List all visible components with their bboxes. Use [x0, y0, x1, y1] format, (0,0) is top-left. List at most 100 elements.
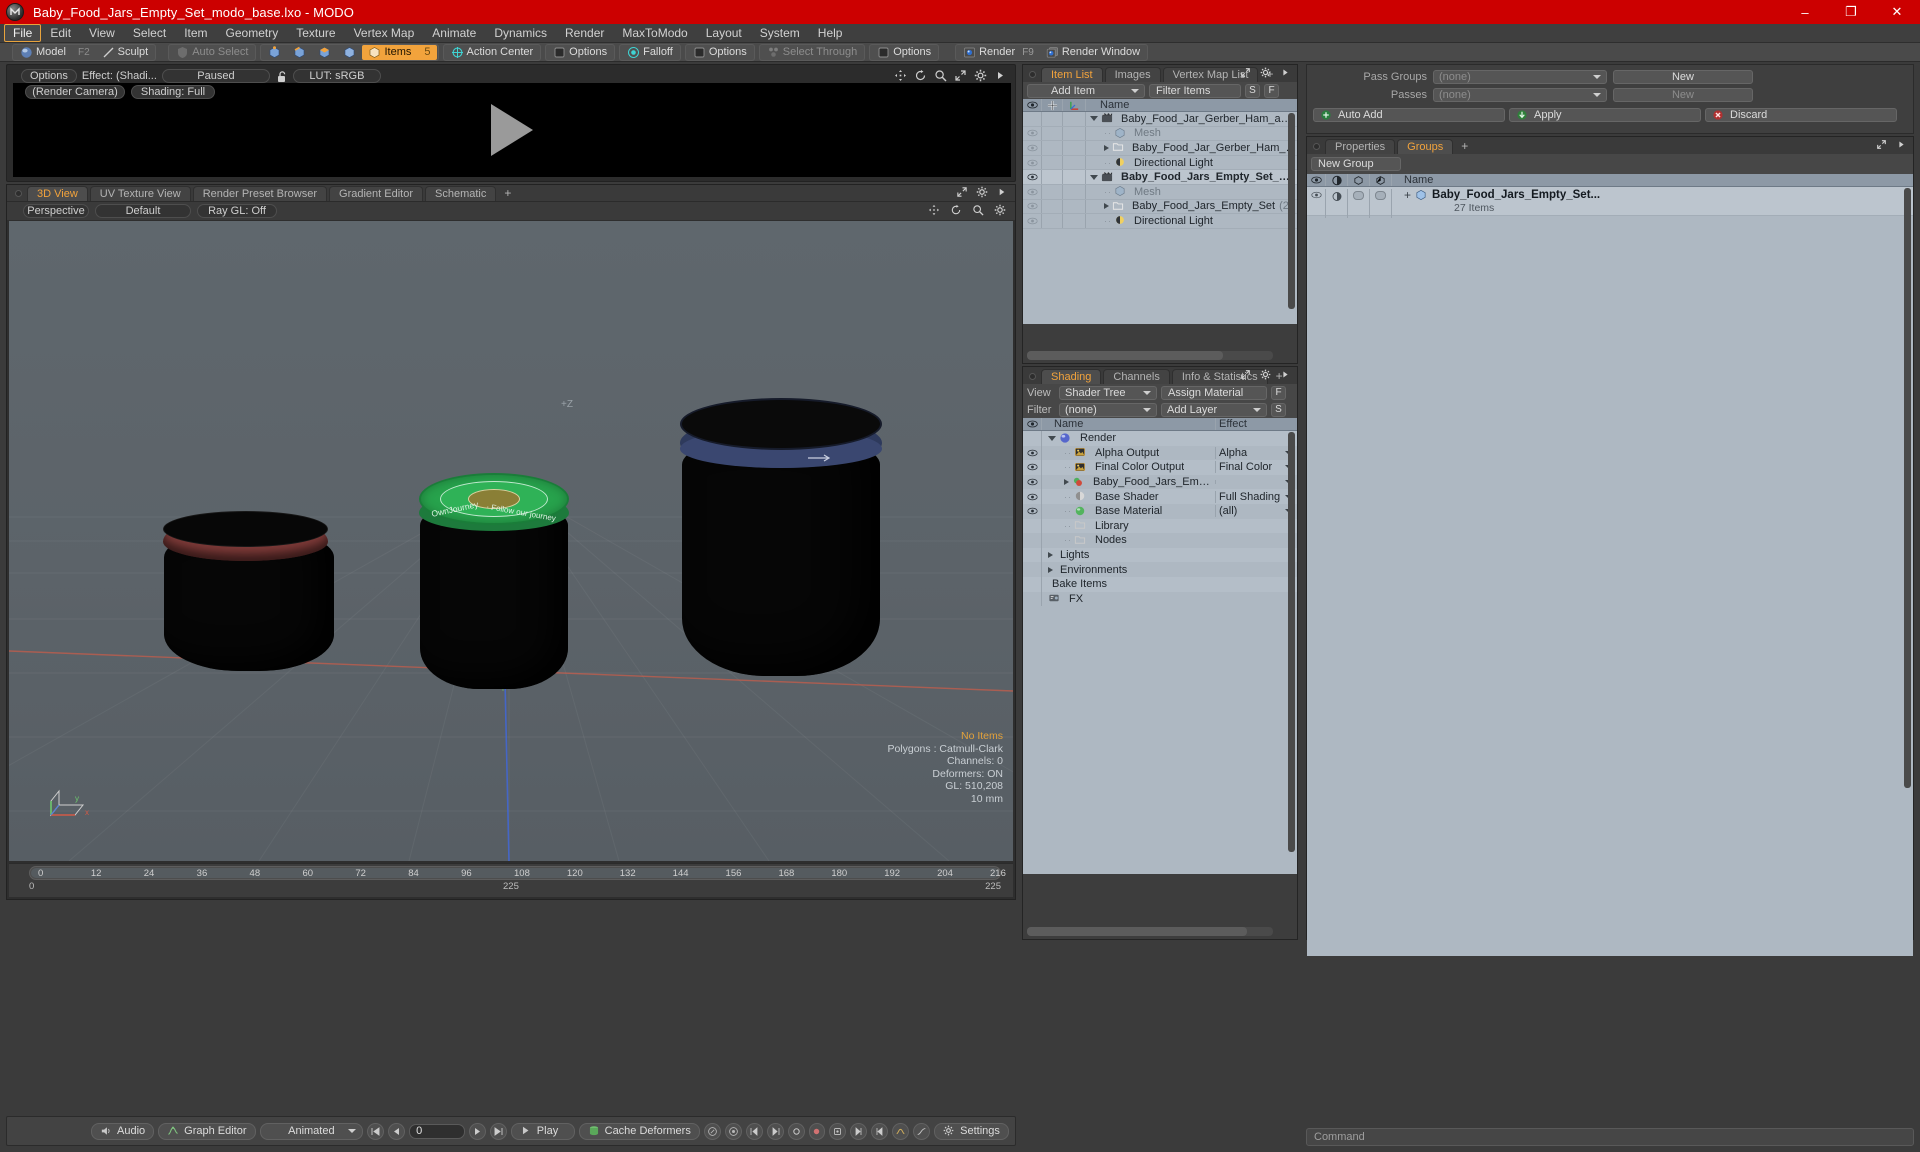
group-render-checkbox[interactable] — [1370, 189, 1391, 200]
row-visibility-toggle[interactable] — [1023, 159, 1041, 167]
groups-empty-area[interactable] — [1307, 216, 1913, 956]
item-list-f-button[interactable]: F — [1264, 83, 1279, 98]
shader-tree-row[interactable]: ·· Final Color Output Final Color — [1023, 460, 1297, 475]
shader-tree-vscrollbar[interactable] — [1288, 432, 1295, 852]
group-wireframe-checkbox[interactable] — [1348, 189, 1369, 200]
menu-item-edit[interactable]: Edit — [41, 24, 80, 42]
sculpt-mode-button[interactable]: Sculpt — [96, 45, 155, 60]
gear-icon[interactable] — [976, 186, 989, 199]
groups-add-tab-button[interactable]: + — [1455, 139, 1474, 154]
item-list-vscrollbar[interactable] — [1288, 113, 1295, 309]
tab-channels[interactable]: Channels — [1103, 369, 1170, 384]
tab-item-list[interactable]: Item List — [1041, 67, 1103, 82]
shader-row-effect[interactable]: Alpha — [1215, 446, 1297, 459]
preview-shading-button[interactable]: Shading: Full — [131, 85, 215, 99]
shader-tree-row[interactable]: Bake Items — [1023, 576, 1297, 592]
shader-tree-row[interactable]: Render — [1023, 431, 1297, 446]
animated-dropdown[interactable]: Animated — [259, 1122, 364, 1140]
panel-menu-arrow-icon[interactable] — [994, 69, 1007, 82]
close-button[interactable]: ✕ — [1874, 0, 1920, 24]
current-frame-input[interactable]: 0 — [409, 1123, 465, 1139]
group-expand-plus[interactable]: + — [1404, 189, 1411, 202]
add-item-dropdown[interactable]: Add Item — [1027, 83, 1145, 98]
shader-row-effect[interactable]: Final Color — [1215, 461, 1297, 474]
viewport-add-tab-button[interactable]: + — [498, 186, 517, 201]
settings-button[interactable]: Settings — [934, 1122, 1009, 1140]
menu-item-layout[interactable]: Layout — [697, 24, 751, 42]
preview-paused-button[interactable]: Paused — [161, 69, 270, 83]
item-list-row[interactable]: ·· Mesh — [1023, 184, 1297, 200]
group-row[interactable]: + Baby_Food_Jars_Empty_Set... 27 Items — [1307, 187, 1913, 218]
previous-frame-button[interactable] — [388, 1122, 406, 1140]
row-visibility-toggle[interactable] — [1023, 478, 1041, 486]
preview-effect-label[interactable]: Effect: (Shadi... — [82, 70, 157, 82]
falloff-button[interactable]: Falloff — [621, 45, 679, 60]
next-frame-button[interactable] — [468, 1122, 486, 1140]
cache-deformers-button[interactable]: Cache Deformers — [578, 1122, 700, 1140]
item-list-row[interactable]: Baby_Food_Jar_Gerber_Ham_and_Grav... — [1023, 112, 1297, 127]
tab-shading[interactable]: Shading — [1041, 369, 1102, 384]
tab-properties[interactable]: Properties — [1325, 139, 1396, 154]
audio-button[interactable]: Audio — [91, 1122, 155, 1140]
auto-add-button[interactable]: Auto Add — [1313, 108, 1505, 122]
rotate-icon[interactable] — [950, 204, 963, 217]
row-visibility-toggle[interactable] — [1023, 463, 1041, 471]
key-range-end-button[interactable] — [871, 1122, 889, 1140]
create-key-button[interactable] — [808, 1122, 826, 1140]
gear-icon[interactable] — [1260, 67, 1273, 80]
play-triangle-icon[interactable] — [491, 104, 533, 156]
pass-groups-dropdown[interactable]: (none) — [1433, 70, 1607, 84]
perspective-button[interactable]: Perspective — [23, 204, 89, 218]
pass-groups-new-button[interactable]: New — [1613, 70, 1753, 84]
row-visibility-toggle[interactable] — [1023, 507, 1041, 515]
apply-button[interactable]: Apply — [1509, 108, 1701, 122]
shader-tree-row[interactable]: Environments — [1023, 562, 1297, 577]
group-shading-toggle[interactable] — [1326, 189, 1347, 202]
row-visibility-toggle[interactable] — [1023, 188, 1041, 196]
key-next-button[interactable] — [766, 1122, 784, 1140]
item-list-row[interactable]: Baby_Food_Jars_Empty_Set (2) — [1023, 199, 1297, 215]
panel-menu-arrow-icon[interactable] — [1896, 139, 1909, 152]
gear-icon[interactable] — [1260, 369, 1273, 382]
row-visibility-toggle[interactable] — [1023, 129, 1041, 137]
items-select-button[interactable]: Items 5 — [362, 44, 437, 60]
shader-tree-row[interactable]: Lights — [1023, 547, 1297, 563]
tab-images[interactable]: Images — [1104, 67, 1161, 82]
jar-right[interactable] — [674, 376, 889, 676]
item-list-row[interactable]: ·· Directional Light — [1023, 214, 1297, 229]
menu-item-system[interactable]: System — [751, 24, 809, 42]
tab-gradient-editor[interactable]: Gradient Editor — [329, 186, 423, 201]
expand-icon[interactable] — [1240, 67, 1253, 80]
key-range-start-button[interactable] — [850, 1122, 868, 1140]
shader-tree-row[interactable]: ·· Library — [1023, 518, 1297, 534]
shader-tree-row[interactable]: ·· Base Material (all) — [1023, 503, 1297, 519]
expand-icon[interactable] — [1876, 139, 1889, 152]
graph-editor-button[interactable]: Graph Editor — [158, 1122, 256, 1140]
material-select-button[interactable] — [337, 45, 362, 60]
discard-button[interactable]: Discard — [1705, 108, 1897, 122]
shader-tree-row[interactable]: Baby_Food_Jars_Empty_S... — [1023, 474, 1297, 490]
viewport-3d-canvas[interactable]: +Z OwnJourney · Follow our journey No It… — [9, 221, 1013, 861]
shader-row-effect[interactable] — [1215, 480, 1297, 485]
twisty-collapsed-icon[interactable] — [1048, 566, 1053, 573]
menu-item-texture[interactable]: Texture — [287, 24, 344, 42]
key-channel-button[interactable] — [787, 1122, 805, 1140]
select-through-button[interactable]: Select Through — [761, 45, 863, 60]
item-list-row[interactable]: Baby_Food_Jar_Gerber_Ham_and_Gr... — [1023, 141, 1297, 156]
viewport-default-button[interactable]: Default — [95, 204, 191, 218]
tab-uv-texture-view[interactable]: UV Texture View — [89, 186, 191, 201]
ik-toggle-button[interactable] — [703, 1122, 721, 1140]
minimize-button[interactable]: – — [1782, 0, 1828, 24]
shader-tree-row[interactable]: ·· Alpha Output Alpha — [1023, 445, 1297, 461]
expand-icon[interactable] — [954, 69, 967, 82]
menu-item-file[interactable]: File — [4, 24, 42, 42]
zoom-icon[interactable] — [934, 69, 947, 82]
twisty-expanded-icon[interactable] — [1048, 435, 1056, 441]
tab-3d-view[interactable]: 3D View — [27, 186, 88, 201]
rotate-icon[interactable] — [914, 69, 927, 82]
panel-handle-dot[interactable] — [1029, 373, 1036, 380]
shader-tree-row[interactable]: ·· Nodes — [1023, 533, 1297, 548]
passes-new-button[interactable]: New — [1613, 88, 1753, 102]
menu-item-item[interactable]: Item — [175, 24, 216, 42]
render-button[interactable]: Render F9 — [957, 45, 1040, 60]
